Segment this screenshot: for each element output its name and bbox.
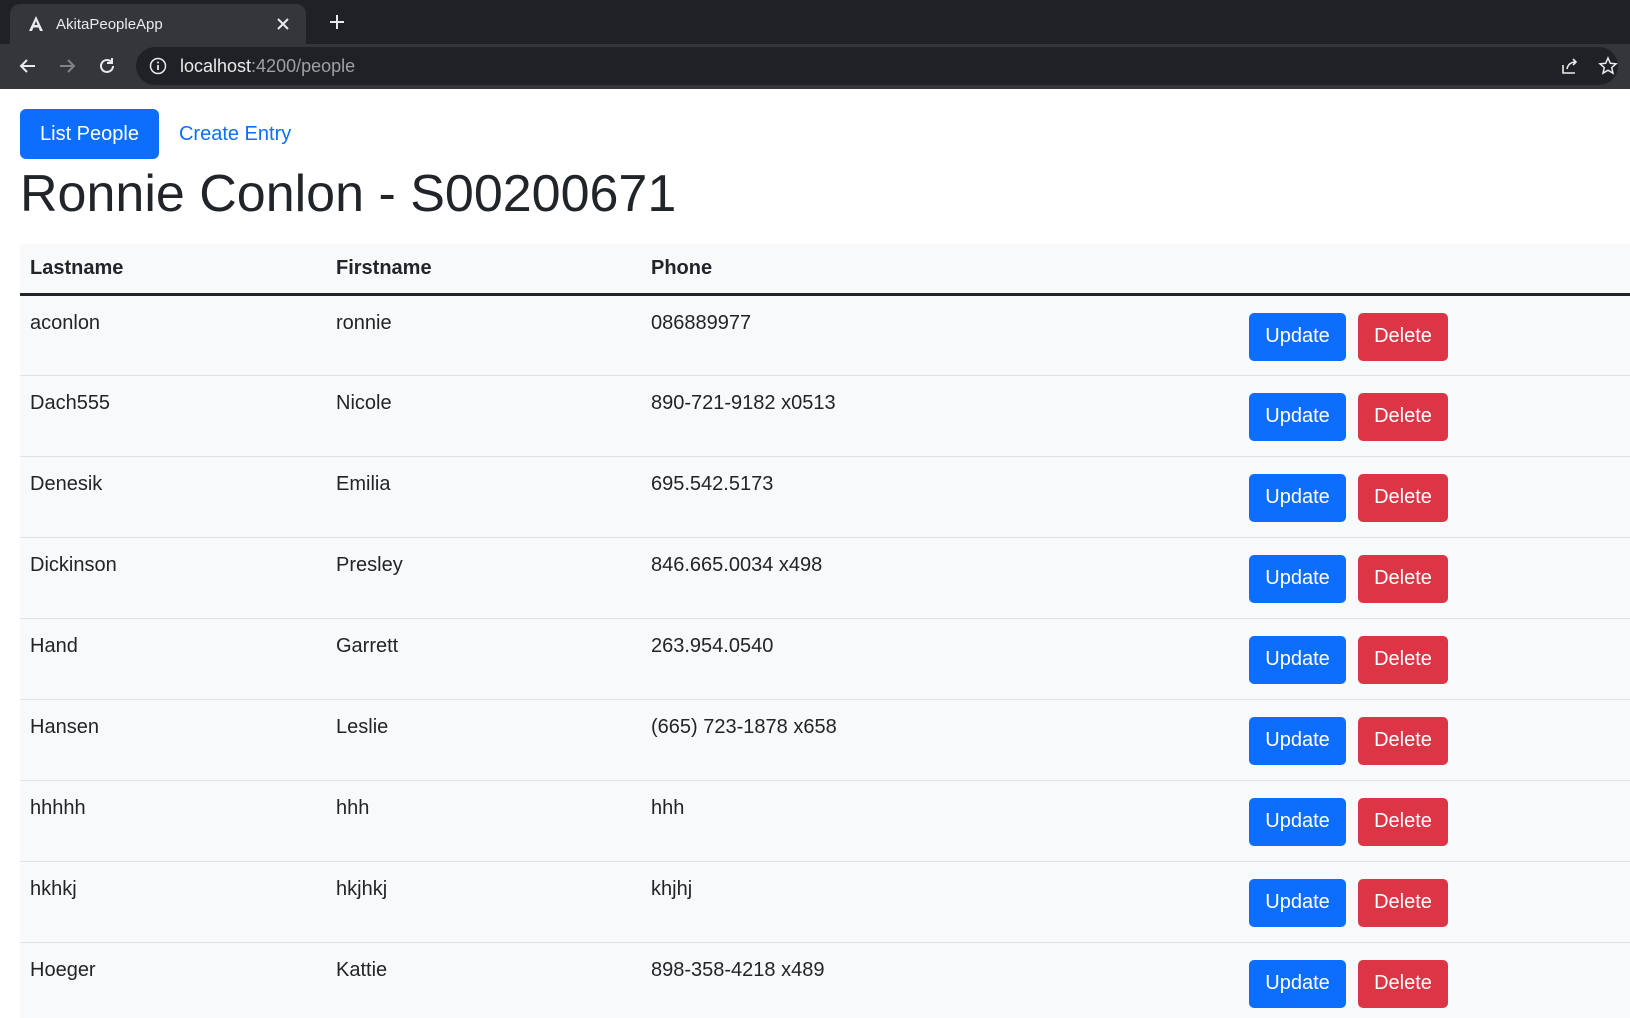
update-button[interactable]: Update [1249, 554, 1346, 603]
cell-lastname: Dach555 [20, 375, 326, 457]
share-icon[interactable] [1558, 54, 1582, 78]
cell-actions: Update Delete [1239, 780, 1630, 862]
update-button[interactable]: Update [1249, 392, 1346, 441]
reload-icon[interactable] [92, 51, 122, 81]
update-button[interactable]: Update [1249, 959, 1346, 1008]
table-row: hkhkj hkjhkj khjhj Update Delete [20, 861, 1630, 943]
cell-lastname: Hoeger [20, 942, 326, 1018]
url-host: localhost [180, 55, 252, 76]
cell-phone: 898-358-4218 x489 [641, 942, 1239, 1018]
back-arrow-icon[interactable] [13, 51, 43, 81]
cell-phone: 846.665.0034 x498 [641, 537, 1239, 619]
url-path: :4200/people [251, 55, 356, 76]
cell-firstname: hhh [326, 780, 641, 862]
cell-lastname: Dickinson [20, 537, 326, 619]
delete-button[interactable]: Delete [1358, 959, 1448, 1008]
table-row: aconlon ronnie 086889977 Update Delete [20, 294, 1630, 376]
cell-actions: Update Delete [1239, 861, 1630, 943]
page-title: Ronnie Conlon - S00200671 [20, 165, 677, 223]
update-button[interactable]: Update [1249, 635, 1346, 684]
bookmark-star-icon[interactable] [1596, 54, 1620, 78]
cell-firstname: hkjhkj [326, 861, 641, 943]
address-bar[interactable]: localhost:4200/people [136, 47, 1618, 85]
close-tab-icon[interactable] [270, 11, 296, 37]
people-table: Lastname Firstname Phone aconlon ronnie 08… [20, 244, 1630, 1018]
cell-firstname: ronnie [326, 294, 641, 376]
tab-title: AkitaPeopleApp [56, 15, 163, 33]
browser-toolbar: localhost:4200/people [0, 44, 1630, 89]
cell-actions: Update Delete [1239, 537, 1630, 619]
cell-lastname: Hand [20, 618, 326, 700]
delete-button[interactable]: Delete [1358, 635, 1448, 684]
cell-actions: Update Delete [1239, 699, 1630, 781]
cell-actions: Update Delete [1239, 375, 1630, 457]
browser-tab[interactable]: AkitaPeopleApp [10, 4, 306, 44]
delete-button[interactable]: Delete [1358, 878, 1448, 927]
angular-favicon-icon [27, 15, 45, 33]
table-row: Denesik Emilia 695.542.5173 Update Delete [20, 456, 1630, 538]
cell-actions: Update Delete [1239, 942, 1630, 1018]
table-row: Hoeger Kattie 898-358-4218 x489 Update Delet… [20, 942, 1630, 1018]
table-body: aconlon ronnie 086889977 Update Delete Dach55… [20, 294, 1630, 1018]
page-content: List People Create Entry Ronnie Conlon -… [0, 89, 1630, 1018]
delete-button[interactable]: Delete [1358, 554, 1448, 603]
people-table-container: Lastname Firstname Phone aconlon ronnie 08… [20, 244, 1630, 1018]
cell-lastname: aconlon [20, 294, 326, 376]
update-button[interactable]: Update [1249, 473, 1346, 522]
cell-firstname: Emilia [326, 456, 641, 538]
delete-button[interactable]: Delete [1358, 797, 1448, 846]
table-row: Dickinson Presley 846.665.0034 x498 Update D… [20, 537, 1630, 619]
cell-lastname: Denesik [20, 456, 326, 538]
cell-phone: 263.954.0540 [641, 618, 1239, 700]
table-row: hhhhh hhh hhh Update Delete [20, 780, 1630, 862]
cell-firstname: Leslie [326, 699, 641, 781]
delete-button[interactable]: Delete [1358, 716, 1448, 765]
header-actions [1239, 244, 1630, 296]
cell-actions: Update Delete [1239, 618, 1630, 700]
header-firstname: Firstname [326, 244, 641, 296]
nav-pills: List People Create Entry [20, 109, 311, 159]
table-row: Hand Garrett 263.954.0540 Update Delete [20, 618, 1630, 700]
cell-phone: 890-721-9182 x0513 [641, 375, 1239, 457]
cell-actions: Update Delete [1239, 456, 1630, 538]
cell-lastname: hhhhh [20, 780, 326, 862]
delete-button[interactable]: Delete [1358, 392, 1448, 441]
table-header: Lastname Firstname Phone [20, 244, 1630, 296]
list-people-link[interactable]: List People [20, 109, 159, 159]
header-phone: Phone [641, 244, 1239, 296]
cell-firstname: Garrett [326, 618, 641, 700]
cell-firstname: Kattie [326, 942, 641, 1018]
delete-button[interactable]: Delete [1358, 473, 1448, 522]
cell-firstname: Presley [326, 537, 641, 619]
cell-phone: 086889977 [641, 294, 1239, 376]
browser-tab-bar: AkitaPeopleApp [0, 0, 1630, 44]
table-row: Dach555 Nicole 890-721-9182 x0513 Update Del… [20, 375, 1630, 457]
site-info-icon[interactable] [148, 56, 168, 76]
update-button[interactable]: Update [1249, 878, 1346, 927]
cell-phone: khjhj [641, 861, 1239, 943]
table-row: Hansen Leslie (665) 723-1878 x658 Update Del… [20, 699, 1630, 781]
update-button[interactable]: Update [1249, 797, 1346, 846]
cell-lastname: Hansen [20, 699, 326, 781]
cell-phone: 695.542.5173 [641, 456, 1239, 538]
update-button[interactable]: Update [1249, 716, 1346, 765]
forward-arrow-icon[interactable] [52, 51, 82, 81]
delete-button[interactable]: Delete [1358, 312, 1448, 361]
cell-firstname: Nicole [326, 375, 641, 457]
cell-phone: hhh [641, 780, 1239, 862]
new-tab-plus-icon[interactable] [322, 7, 352, 37]
create-entry-link[interactable]: Create Entry [159, 109, 311, 159]
header-lastname: Lastname [20, 244, 326, 296]
cell-phone: (665) 723-1878 x658 [641, 699, 1239, 781]
cell-lastname: hkhkj [20, 861, 326, 943]
update-button[interactable]: Update [1249, 312, 1346, 361]
cell-actions: Update Delete [1239, 294, 1630, 376]
